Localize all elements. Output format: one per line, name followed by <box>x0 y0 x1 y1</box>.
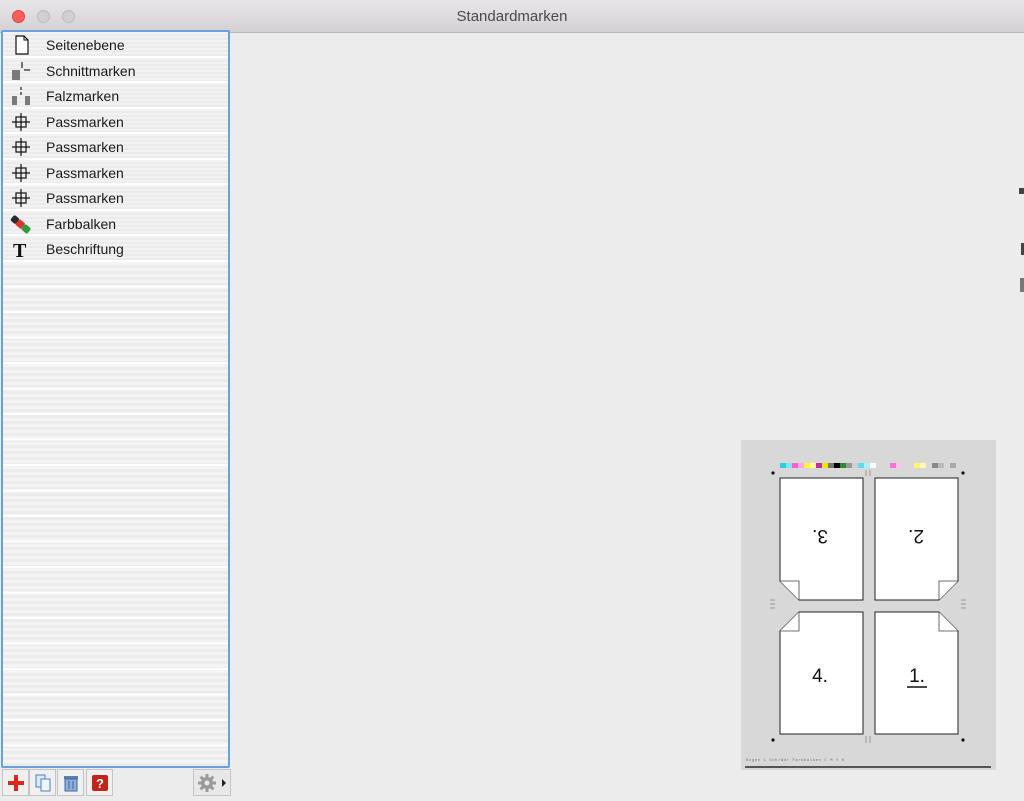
list-item[interactable]: Farbbalken <box>3 210 228 236</box>
corner-mark <box>771 471 775 475</box>
list-item[interactable]: Schnittmarken <box>3 57 228 83</box>
preview-graphics <box>770 463 966 743</box>
duplicate-icon <box>35 774 50 791</box>
registration-mark-icon <box>12 112 30 131</box>
page-number-4: 4. <box>812 666 828 687</box>
add-icon <box>7 774 24 791</box>
sheet-preview: 3. 2. 4. 1. <box>741 440 996 770</box>
settings-menu-button[interactable] <box>193 769 231 796</box>
title-bar: Standardmarken <box>0 0 1024 33</box>
list-item-label: Seitenebene <box>46 37 125 53</box>
right-edge-fragment <box>1019 188 1024 194</box>
list-item-label: Passmarken <box>46 113 124 130</box>
corner-mark <box>771 738 775 742</box>
list-item[interactable]: Passmarken <box>3 134 228 160</box>
registration-mark-icon <box>12 189 30 207</box>
help-button[interactable]: ? <box>86 769 113 796</box>
preview-baseline <box>745 766 991 768</box>
registration-mark-icon <box>12 163 30 182</box>
corner-mark <box>961 738 965 742</box>
list-background <box>3 261 228 766</box>
page-icon <box>15 35 29 55</box>
registration-mark-icon <box>12 138 30 156</box>
svg-text:T: T <box>13 240 27 259</box>
list-item[interactable]: Passmarken <box>3 108 228 134</box>
list-item-label: Falzmarken <box>46 88 120 104</box>
duplicate-button[interactable] <box>29 769 56 796</box>
list-item[interactable]: Seitenebene <box>3 32 228 58</box>
fold-marks-icon <box>12 87 30 105</box>
list-item-label: Schnittmarken <box>46 62 136 79</box>
color-bar <box>780 463 956 468</box>
list-item-label: Passmarken <box>46 139 124 155</box>
page-number-2: 2. <box>908 525 924 546</box>
bottom-toolbar: ? <box>0 769 1024 797</box>
list-item-label: Passmarken <box>46 164 124 181</box>
window-title: Standardmarken <box>456 8 568 25</box>
gear-icon <box>198 774 226 792</box>
text-label-icon: T <box>13 240 27 259</box>
trash-icon <box>63 775 78 791</box>
svg-text:?: ? <box>96 776 104 791</box>
page-number-1: 1. <box>909 666 925 687</box>
color-bar-icon <box>10 214 31 233</box>
corner-mark <box>961 471 965 475</box>
list-item[interactable]: T Beschriftung <box>3 236 228 262</box>
list-item-label: Passmarken <box>46 190 124 206</box>
list-item-label: Farbbalken <box>46 215 117 232</box>
page-number-3: 3. <box>812 525 828 546</box>
right-edge-fragment <box>1020 278 1024 292</box>
delete-button[interactable] <box>57 769 84 796</box>
list-item[interactable]: Passmarken <box>3 185 228 211</box>
list-item-label: Beschriftung <box>46 241 124 257</box>
marks-list[interactable]: Seitenebene Schnittmarken Falzmarken Pas… <box>1 30 230 768</box>
window: Standardmarken Seitenebene Schnittmarken <box>0 0 1024 797</box>
list-item[interactable]: Passmarken <box>3 159 228 185</box>
list-item[interactable]: Falzmarken <box>3 83 228 109</box>
slug-text: Bogen 1 Sch/Wdr Farbbalken C M Y K <box>746 759 845 763</box>
add-button[interactable] <box>2 769 29 796</box>
help-icon: ? <box>91 774 108 791</box>
cut-marks-icon <box>12 61 30 80</box>
